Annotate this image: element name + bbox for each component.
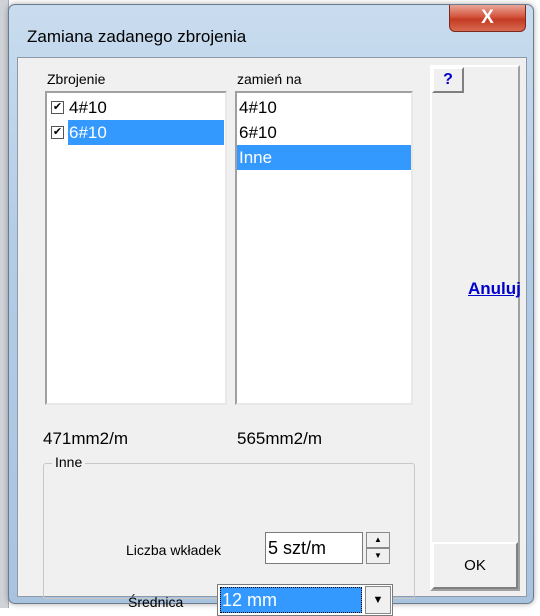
- list-item[interactable]: 4#10: [237, 95, 411, 120]
- insert-count-label: Liczba wkładek: [126, 542, 221, 558]
- list-item-label: 4#10: [69, 98, 107, 117]
- cancel-link[interactable]: Anuluj: [468, 279, 521, 299]
- target-area-total: 565mm2/m: [237, 429, 323, 448]
- source-reinforcement-list[interactable]: ✔ 4#10 ✔ 6#10: [45, 91, 227, 405]
- insert-count-input[interactable]: 5 szt/m: [265, 532, 363, 564]
- checkbox-4-10[interactable]: ✔: [51, 101, 64, 114]
- groupbox-legend: Inne: [52, 454, 86, 470]
- list-item-selected[interactable]: Inne: [237, 145, 411, 170]
- other-groupbox: Inne: [43, 454, 415, 599]
- close-icon: X: [481, 7, 494, 28]
- chevron-down-icon[interactable]: ▼: [365, 586, 391, 614]
- close-button[interactable]: X: [449, 5, 526, 32]
- left-list-header: Zbrojenie: [47, 71, 106, 87]
- list-item[interactable]: 6#10: [237, 120, 411, 145]
- spin-up-icon[interactable]: ▲: [366, 532, 390, 548]
- right-list-header: zamień na: [237, 71, 302, 87]
- list-item[interactable]: ✔ 4#10: [47, 95, 223, 120]
- list-item[interactable]: ✔ 6#10: [47, 120, 224, 145]
- list-item-label-selected: 6#10: [68, 120, 224, 145]
- ok-button[interactable]: OK: [432, 542, 518, 589]
- source-area-total: 471mm2/m: [43, 429, 129, 448]
- checkbox-6-10[interactable]: ✔: [51, 126, 64, 139]
- window-title: Zamiana zadanego zbrojenia: [27, 27, 247, 46]
- diameter-selected-value[interactable]: 12 mm: [220, 587, 362, 613]
- diameter-select[interactable]: 12 mm ▼: [217, 584, 393, 616]
- spin-down-icon[interactable]: ▼: [366, 548, 390, 564]
- insert-count-spinner[interactable]: ▲ ▼: [366, 532, 390, 564]
- dialog-window: Zamiana zadanego zbrojenia X Zbrojenie ✔…: [8, 4, 534, 616]
- help-button[interactable]: ?: [432, 67, 464, 93]
- main-area: Zbrojenie ✔ 4#10 ✔ 6#10 zamień na 4#10 6…: [25, 65, 421, 599]
- target-reinforcement-list[interactable]: 4#10 6#10 Inne: [235, 91, 413, 405]
- action-panel: ? Anuluj OK: [430, 65, 521, 591]
- dialog-client-area: Zbrojenie ✔ 4#10 ✔ 6#10 zamień na 4#10 6…: [17, 57, 527, 616]
